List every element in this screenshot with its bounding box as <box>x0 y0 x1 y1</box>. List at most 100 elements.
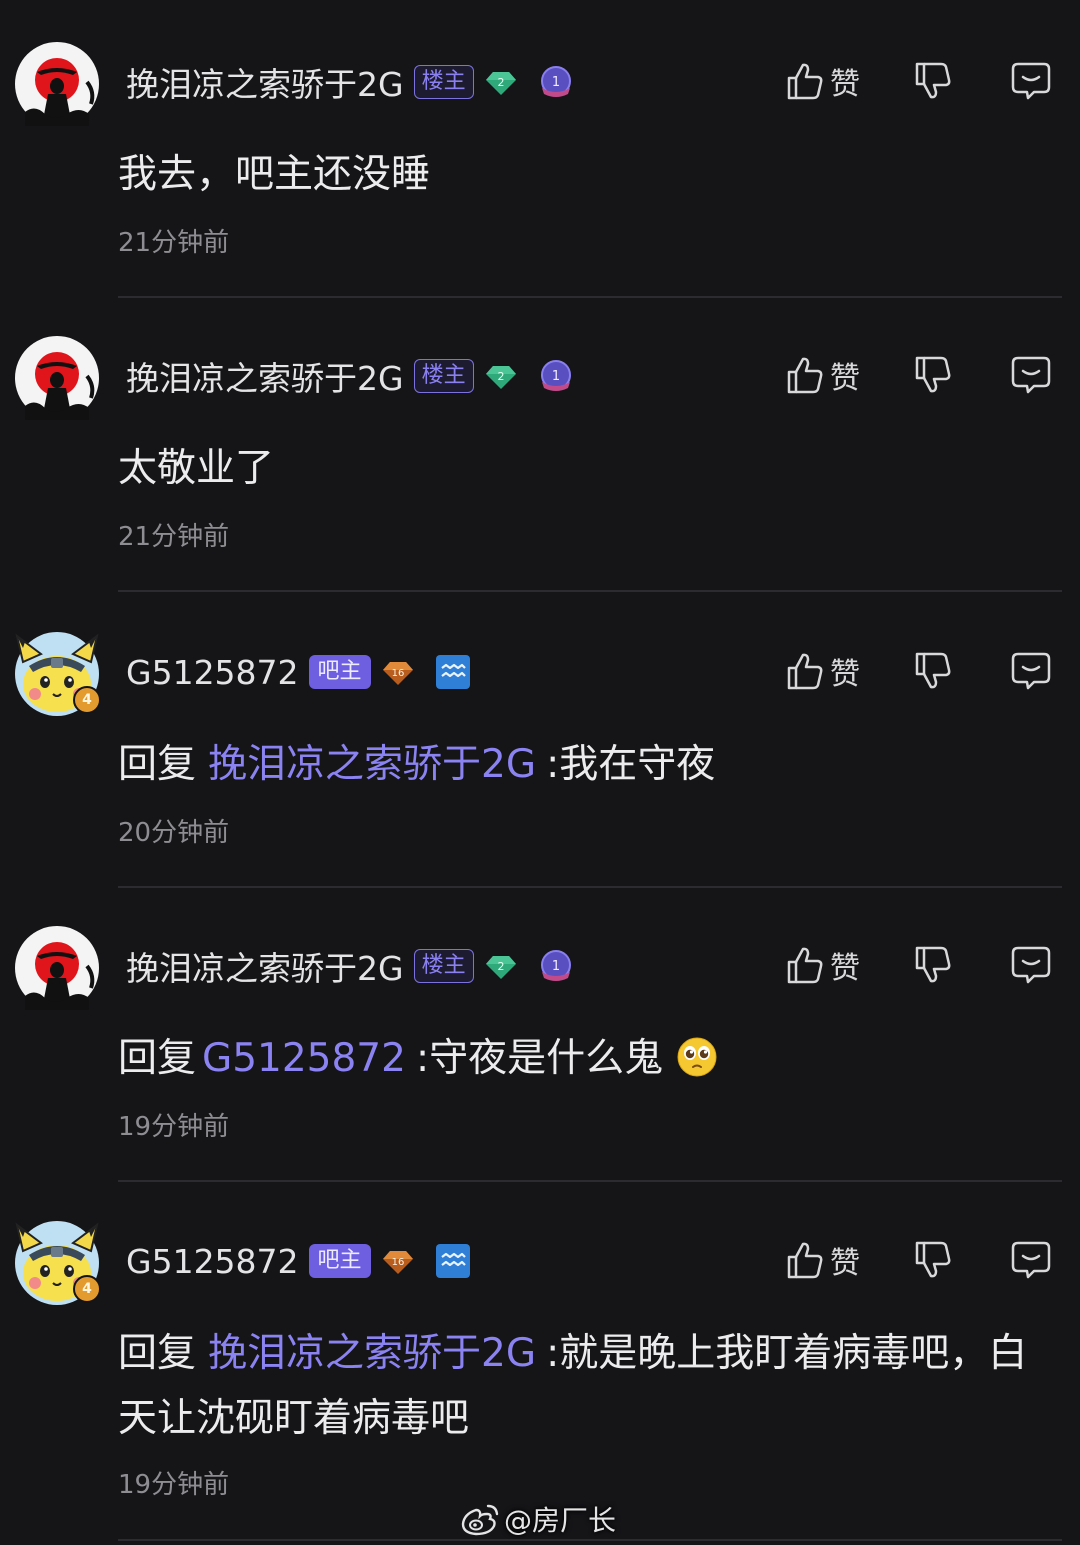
timestamp: 21分钟前 <box>118 228 230 258</box>
reply-prefix: 回复 <box>118 742 197 787</box>
comment-actions: 赞 <box>786 350 1066 400</box>
comment-actions: 赞 <box>786 56 1066 106</box>
mention-link[interactable]: 挽泪凉之索骄于2G <box>208 742 536 787</box>
comment-body: :我在守夜 <box>546 742 716 787</box>
thumbs-down-icon <box>915 62 951 99</box>
reply-prefix: 回复 <box>118 1036 197 1081</box>
like-label: 赞 <box>830 657 860 692</box>
pleading-face-icon <box>677 1032 717 1077</box>
dislike-button[interactable] <box>914 646 952 696</box>
role-badge: 楼主 <box>413 949 474 983</box>
comment-header: G5125872 吧主 16 <box>126 650 471 694</box>
comment-actions: 赞 <box>786 940 1066 990</box>
green-gem-level-icon: 2 <box>484 65 518 99</box>
watermark: @房厂长 <box>460 1498 616 1540</box>
username[interactable]: G5125872 <box>126 1242 299 1281</box>
reply-button[interactable] <box>1010 350 1052 400</box>
medal-number: 1 <box>551 959 559 974</box>
thumbs-up-icon <box>787 63 823 100</box>
like-button[interactable]: 赞 <box>786 1235 860 1285</box>
medal-number: 1 <box>551 75 559 90</box>
green-gem-level-icon: 2 <box>484 359 518 393</box>
divider <box>118 886 1062 888</box>
comment-text: 回复 挽泪凉之索骄于2G:就是晚上我盯着病毒吧，白 天让沈砚盯着病毒吧 <box>118 1321 1063 1451</box>
avatar-level-badge: 4 <box>73 686 101 714</box>
green-gem-level-icon: 2 <box>484 949 518 983</box>
comment-bubble-icon <box>1011 1241 1051 1279</box>
ninja-avatar-icon <box>15 42 99 126</box>
avatar[interactable]: 4 <box>15 632 101 716</box>
thumbs-up-icon <box>787 653 823 690</box>
orange-gem-level-icon: 16 <box>381 1244 415 1278</box>
comment-text: 太敬业了 <box>118 436 1063 501</box>
mention-link[interactable]: G5125872 <box>202 1036 406 1081</box>
gem-level-number: 16 <box>391 668 404 679</box>
comment-actions: 赞 <box>786 646 1066 696</box>
comment-bubble-icon <box>1011 946 1051 984</box>
timestamp: 19分钟前 <box>118 1470 230 1500</box>
like-button[interactable]: 赞 <box>786 646 860 696</box>
like-label: 赞 <box>830 67 860 102</box>
comment-actions: 赞 <box>786 1235 1066 1285</box>
thumbs-down-icon <box>915 946 951 983</box>
timestamp: 20分钟前 <box>118 818 230 848</box>
comment-text: 我去，吧主还没睡 <box>118 142 1063 207</box>
thumbs-down-icon <box>915 1241 951 1278</box>
dislike-button[interactable] <box>914 940 952 990</box>
thumbs-down-icon <box>915 356 951 393</box>
comment-header: G5125872 吧主 16 <box>126 1239 471 1283</box>
role-badge: 吧主 <box>308 655 371 689</box>
like-label: 赞 <box>830 361 860 396</box>
reply-button[interactable] <box>1010 56 1052 106</box>
comment-line-2: 天让沈砚盯着病毒吧 <box>118 1396 470 1441</box>
mention-link[interactable]: 挽泪凉之索骄于2G <box>208 1331 536 1376</box>
role-badge: 吧主 <box>308 1244 371 1278</box>
reply-button[interactable] <box>1010 940 1052 990</box>
username[interactable]: G5125872 <box>126 653 299 692</box>
watermark-text: @房厂长 <box>504 1504 617 1537</box>
comment-text: 回复 G5125872:守夜是什么鬼 <box>118 1026 1063 1091</box>
gem-level-number: 2 <box>497 960 504 973</box>
comment-header: 挽泪凉之索骄于2G 楼主 2 1 <box>126 944 574 988</box>
avatar[interactable]: 4 <box>15 1221 101 1305</box>
like-button[interactable]: 赞 <box>786 56 860 106</box>
comment-feed: 挽泪凉之索骄于2G 楼主 2 1 赞 我去，吧主还没睡 21分钟前 挽泪凉之索骄… <box>0 0 1080 1545</box>
reply-button[interactable] <box>1010 646 1052 696</box>
gem-level-number: 16 <box>391 1257 404 1268</box>
username[interactable]: 挽泪凉之索骄于2G <box>126 942 404 990</box>
aquarius-zodiac-icon <box>435 1243 471 1279</box>
username[interactable]: 挽泪凉之索骄于2G <box>126 352 404 400</box>
username[interactable]: 挽泪凉之索骄于2G <box>126 58 404 106</box>
comment-body: :守夜是什么鬼 <box>415 1036 664 1081</box>
comment-text: 回复 挽泪凉之索骄于2G:我在守夜 <box>118 732 1063 797</box>
reply-button[interactable] <box>1010 1235 1052 1285</box>
purple-medal-icon: 1 <box>538 948 574 984</box>
aquarius-zodiac-icon <box>435 654 471 690</box>
ninja-avatar-icon <box>15 336 99 420</box>
like-label: 赞 <box>830 951 860 986</box>
divider <box>118 1180 1062 1182</box>
divider <box>118 590 1062 592</box>
gem-level-number: 2 <box>497 76 504 89</box>
dislike-button[interactable] <box>914 56 952 106</box>
comment-body: :就是晚上我盯着病毒吧，白 <box>546 1331 1028 1376</box>
comment-header: 挽泪凉之索骄于2G 楼主 2 1 <box>126 354 574 398</box>
avatar[interactable] <box>15 336 99 420</box>
role-badge: 楼主 <box>413 65 474 99</box>
dislike-button[interactable] <box>914 350 952 400</box>
avatar[interactable] <box>15 926 99 1010</box>
like-button[interactable]: 赞 <box>786 940 860 990</box>
comment-line-1: 回复 挽泪凉之索骄于2G:就是晚上我盯着病毒吧，白 <box>118 1321 1063 1386</box>
timestamp: 21分钟前 <box>118 522 230 552</box>
role-badge: 楼主 <box>413 359 474 393</box>
like-button[interactable]: 赞 <box>786 350 860 400</box>
divider <box>118 296 1062 298</box>
timestamp: 19分钟前 <box>118 1112 230 1142</box>
ninja-avatar-icon <box>15 926 99 1010</box>
thumbs-up-icon <box>787 357 823 394</box>
dislike-button[interactable] <box>914 1235 952 1285</box>
purple-medal-icon: 1 <box>538 64 574 100</box>
avatar[interactable] <box>15 42 99 126</box>
thumbs-up-icon <box>787 1242 823 1279</box>
weibo-logo-icon <box>461 1504 499 1536</box>
